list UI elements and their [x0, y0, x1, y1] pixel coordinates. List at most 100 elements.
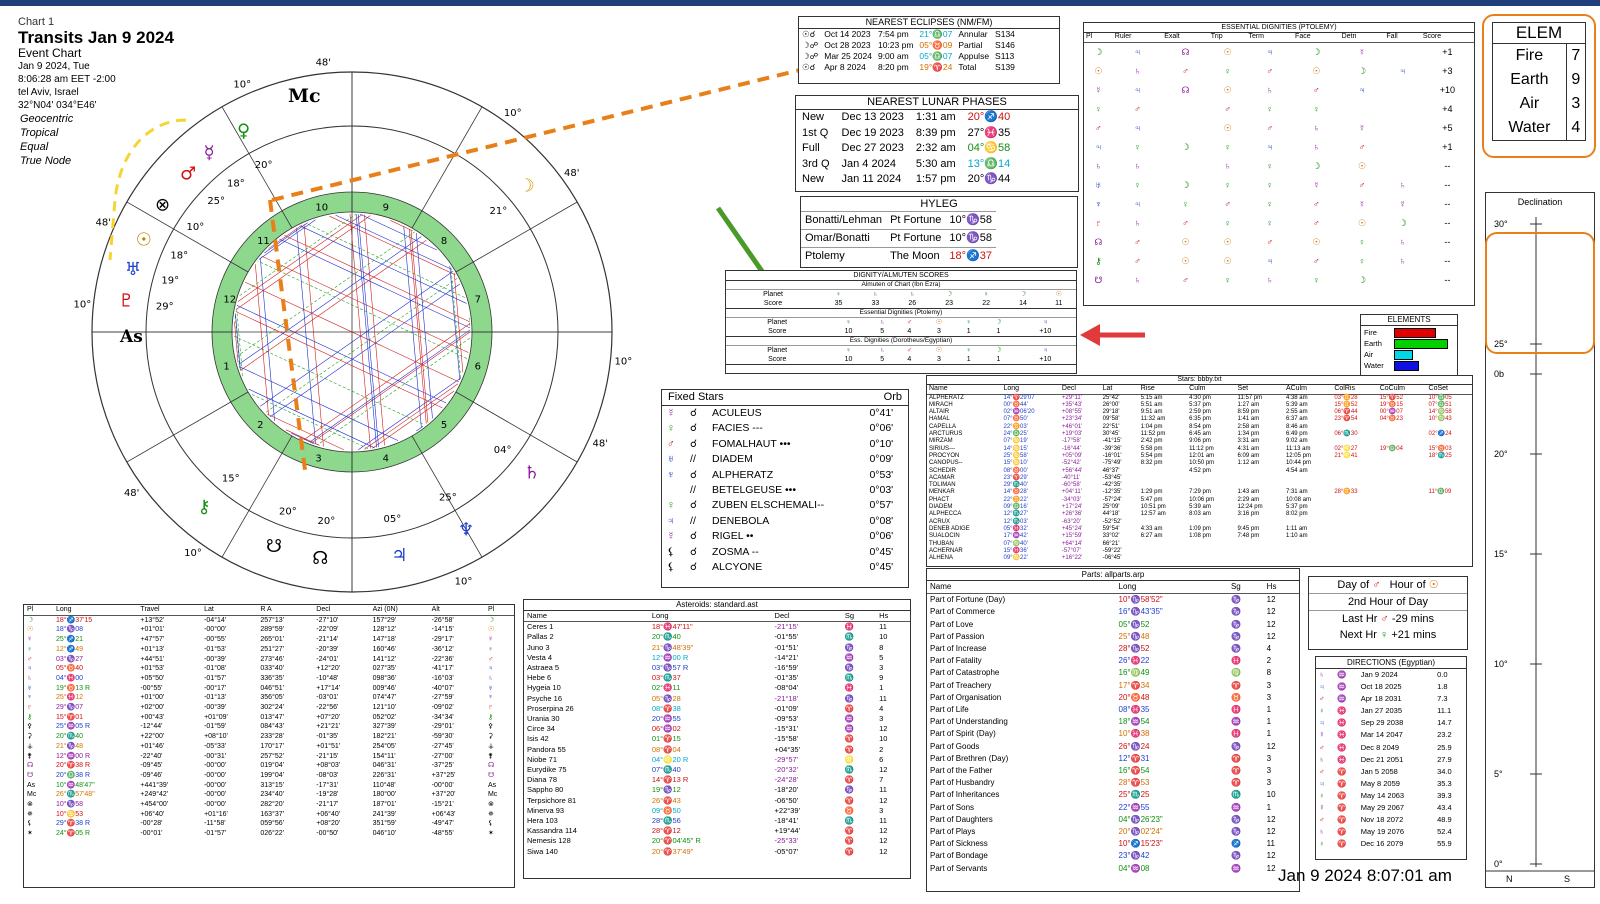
table-cell — [1332, 548, 1377, 555]
table-cell: ♄ — [487, 674, 494, 682]
table-cell: ⚳ — [487, 733, 494, 741]
table-cell: 6:35 pm — [1189, 416, 1211, 423]
table-cell: 14 — [1019, 300, 1027, 307]
cusp-degree: 10° — [455, 576, 473, 587]
table-cell: 10 — [879, 632, 888, 642]
table-cell: -00°00' — [204, 771, 227, 779]
table-cell: +46°01' — [1061, 423, 1083, 430]
table-cell: -22°56' — [316, 704, 339, 712]
table-row: ☿ ♓ Mar 14 2047 23.2 — [1316, 729, 1466, 741]
table-cell: S113 — [995, 51, 1015, 61]
table-cell: CoSet — [1426, 385, 1472, 395]
table-cell: 2:32 am — [915, 142, 956, 155]
table-cell: 24°♈05 R — [55, 830, 91, 838]
table-cell: ☽ — [487, 616, 495, 624]
table-cell — [1187, 548, 1235, 555]
table-cell: ♍ — [1230, 668, 1241, 678]
table-cell: ♑ — [1230, 644, 1241, 654]
table-row: ♅ 19°♉13 R -00°55' -00°17' 046°51' +17°14' 009… — [24, 684, 514, 694]
table-cell: -01°09' — [774, 703, 799, 713]
table-cell: 20°♑02'24" — [1118, 827, 1163, 837]
table-cell: 20°♉48 — [1118, 692, 1150, 702]
table-cell: 0°45' — [869, 561, 894, 574]
element-bar-label: Water — [1364, 361, 1384, 370]
table-row: ♀ ♈ Dec 16 2079 55.9 — [1316, 838, 1466, 850]
planetary-hour-second: 2nd Hour of Day — [1309, 594, 1467, 611]
dignity-section-title: Essential Dignities (Ptolemy) — [726, 309, 1076, 318]
table-cell: ♂ — [1224, 103, 1231, 114]
table-cell: ⚶ — [487, 742, 494, 750]
table-cell: ♀ — [966, 319, 972, 326]
table-cell: +10 — [1039, 328, 1052, 335]
table-cell: -16°44' — [1061, 445, 1081, 452]
table-cell: 033°40' — [260, 665, 284, 673]
table-cell: +01°51' — [316, 742, 341, 750]
table-cell: -60°58' — [1061, 482, 1081, 489]
table-cell: Diana 78 — [527, 775, 558, 785]
dignity-section: Almuten of Chart (Ibn Ezra) Planet ♀ ♄ ♄ ☽ ♀ ☽ ☉… — [726, 281, 1076, 309]
table-cell: -06°50' — [774, 795, 799, 805]
table-cell: ♈ — [1336, 766, 1347, 776]
table-cell — [1378, 431, 1427, 438]
table-cell — [1332, 526, 1377, 533]
table-cell: ♇ — [1095, 217, 1102, 228]
table-cell: 9:00 am — [877, 51, 909, 61]
table-cell: -37°25' — [431, 762, 454, 770]
table-cell: Dec 21 2051 — [1360, 754, 1404, 764]
table-cell: Total — [958, 62, 977, 72]
eclipses-title: NEAREST ECLIPSES (NM/FM) — [799, 17, 1059, 29]
table-cell: ☌ — [690, 499, 698, 512]
table-row: MENKAR 14°♉28' +04°11' -12°35' 1:29 pm 7:29 p… — [927, 489, 1472, 496]
table-cell — [1378, 533, 1427, 540]
table-cell — [662, 483, 685, 498]
table-cell: ACRUX — [929, 518, 951, 525]
table-cell: 19°♉13 R — [55, 684, 91, 692]
table-cell: ☽ — [27, 616, 34, 624]
table-cell: BETELGEUSE ••• — [712, 484, 797, 497]
table-cell: -59°22' — [1102, 547, 1122, 554]
table-cell: +5 — [1442, 122, 1453, 133]
table-cell — [1332, 424, 1377, 431]
table-cell: 5:54 pm — [1140, 452, 1163, 459]
table-cell: 1:57 pm — [915, 173, 956, 186]
table-cell: -48°55' — [431, 830, 454, 838]
table-cell: 12°♐49 — [55, 645, 84, 653]
table-cell: 20°♈38 R — [55, 762, 91, 770]
table-cell: +08°20' — [316, 820, 341, 828]
table-cell: ♒ — [1230, 802, 1241, 812]
table-cell: 4 — [907, 328, 912, 335]
table-cell: 04°♉23 — [1379, 416, 1403, 423]
table-cell: 1:43 am — [1237, 489, 1260, 496]
table-cell: ✵ — [487, 810, 494, 818]
element-bar — [1394, 327, 1436, 338]
table-cell: 10°♑58 — [55, 801, 84, 809]
table-cell: 10:06 pm — [1189, 496, 1215, 503]
table-cell: ☿ — [667, 407, 675, 419]
table-row: Part of Sickness 10°♐15'23" ♐ 11 — [927, 838, 1299, 850]
table-cell: ♀ — [1224, 141, 1231, 152]
table-cell: ♀ — [1319, 706, 1325, 716]
table-cell: Dec 27 2023 — [841, 142, 904, 155]
table-cell: -26°58' — [431, 616, 454, 624]
table-row: ⚶ 21°♑48 +01°46' -05°33' 170°17' +01°51' 254°0… — [24, 742, 514, 752]
table-cell: -05°07' — [774, 846, 799, 856]
table-cell — [1332, 497, 1377, 504]
table-row: ☊ 20°♈38 R -09°45' -00°00' 019°04' +08°03' 046… — [24, 761, 514, 771]
table-cell: May 19 2076 — [1360, 827, 1405, 837]
dignity-section-title: Ess. Dignities (Dorotheus/Egyptian) — [726, 337, 1076, 346]
table-cell: Sep 29 2038 — [1360, 718, 1404, 728]
table-cell: Name — [524, 611, 649, 623]
table-cell: -41°15' — [1102, 438, 1122, 445]
lunar-table: New Dec 13 2023 1:31 am 20°♐40 1st Q Dec 19 2… — [796, 110, 1016, 188]
table-cell — [1332, 438, 1377, 445]
table-cell: ALPHERATZ — [712, 468, 774, 481]
table-cell: +07°20' — [316, 713, 341, 721]
table-cell: -01°55' — [774, 632, 799, 642]
table-cell: 5:37 pm — [1189, 401, 1211, 408]
table-cell: ZOSMA -- — [712, 545, 759, 558]
table-cell: ♅ — [1095, 179, 1102, 190]
table-cell: 141°12' — [372, 655, 397, 663]
table-cell: ♈ — [1336, 778, 1347, 788]
table-cell — [1378, 526, 1427, 533]
table-cell: ♀ — [1266, 103, 1274, 114]
